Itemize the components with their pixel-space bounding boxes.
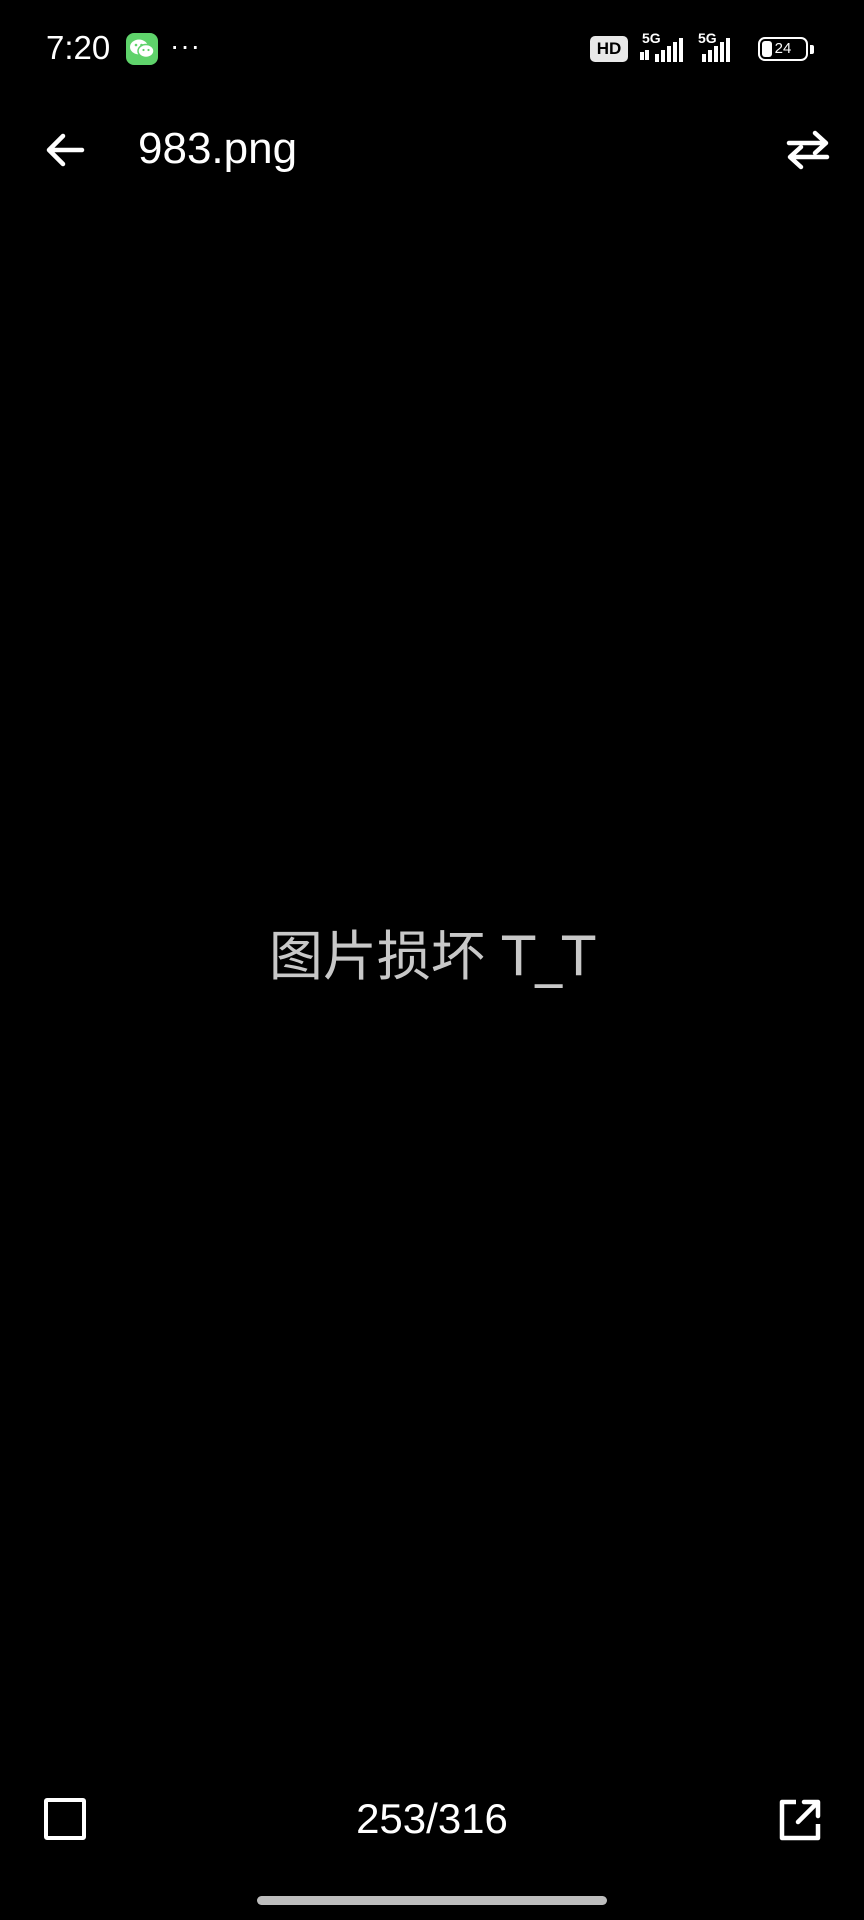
open-external-icon: [779, 1799, 821, 1841]
wechat-icon: [126, 33, 158, 65]
battery-tip: [810, 45, 814, 54]
back-button[interactable]: [30, 115, 100, 185]
status-time: 7:20: [46, 29, 111, 66]
more-notifications-icon: ···: [170, 30, 201, 61]
arrow-left-icon: [46, 133, 85, 167]
battery-icon: 24: [758, 37, 808, 61]
bottom-bar: 253/316: [0, 1770, 864, 1870]
swap-arrows-icon: [786, 130, 830, 170]
image-error-message: 图片损坏 T_T: [268, 925, 596, 988]
signal-5g-icon: 5G: [638, 30, 694, 66]
hd-voice-icon: HD: [590, 36, 628, 62]
open-external-button[interactable]: [770, 1790, 830, 1850]
image-viewer[interactable]: 图片损坏 T_T: [0, 200, 864, 1770]
page-title: 983.png: [138, 124, 298, 173]
page-counter: 253/316: [356, 1795, 508, 1842]
swap-button[interactable]: [772, 115, 842, 185]
signal-5g-icon: 5G: [694, 30, 750, 66]
home-indicator[interactable]: [257, 1896, 607, 1905]
battery-level: 24: [774, 40, 792, 57]
app-bar: 983.png: [0, 100, 864, 200]
status-bar: 7:20 ··· HD 5G 5G 24: [0, 0, 864, 100]
